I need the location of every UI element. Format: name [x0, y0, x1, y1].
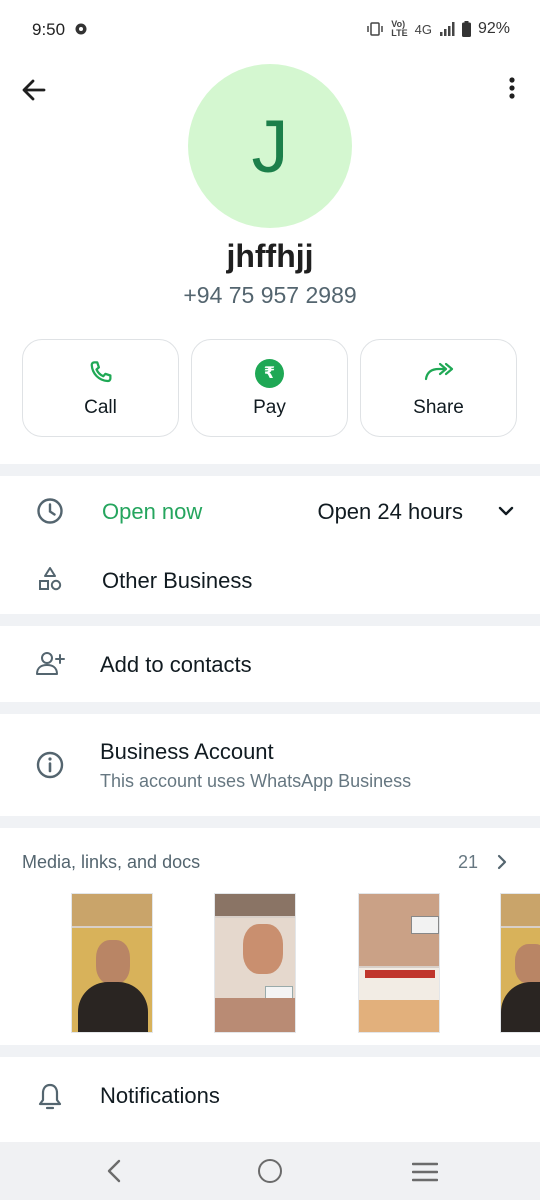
bell-icon: [38, 1083, 62, 1110]
chevron-right-icon[interactable]: [494, 852, 510, 872]
media-thumbnail[interactable]: [214, 893, 296, 1033]
profile-phone: +94 75 957 2989: [183, 282, 357, 308]
business-category: Other Business: [102, 568, 253, 593]
battery-percent: 92%: [477, 20, 510, 37]
business-hours-row[interactable]: Open now Open 24 hours: [0, 476, 540, 546]
profile-name: jhffhjj: [226, 238, 314, 274]
open-now-status: Open now: [102, 499, 203, 524]
media-section: Media, links, and docs 21: [0, 828, 540, 1045]
notifications-label: Notifications: [100, 1083, 220, 1108]
business-account-title: Business Account: [100, 739, 274, 764]
rupee-symbol: ₹: [255, 358, 284, 388]
volte-icon: Vo) LTE: [391, 19, 408, 38]
battery-icon: [461, 21, 471, 37]
nav-recents-icon[interactable]: [412, 1161, 438, 1183]
media-thumbnail[interactable]: [71, 893, 153, 1033]
status-indicators: Vo) LTE 4G 92%: [366, 20, 510, 38]
add-to-contacts-label: Add to contacts: [100, 652, 252, 677]
network-type: 4G: [414, 21, 432, 37]
share-button[interactable]: Share: [360, 339, 517, 437]
rupee-icon: ₹: [254, 357, 286, 389]
phone-icon: [85, 357, 117, 389]
media-thumbnail[interactable]: [500, 893, 540, 1033]
business-account-subtitle: This account uses WhatsApp Business: [100, 771, 412, 791]
nav-back-icon[interactable]: [102, 1158, 126, 1184]
avatar[interactable]: J: [188, 64, 352, 228]
chevron-down-icon[interactable]: [496, 501, 516, 521]
pay-label: Pay: [253, 397, 286, 418]
status-bar: 9:50 Vo) LTE 4G 92%: [0, 0, 540, 60]
info-icon: [36, 751, 64, 779]
media-count: 21: [457, 852, 478, 872]
media-thumbnail[interactable]: [358, 893, 440, 1033]
business-category-row: Other Business: [0, 546, 540, 614]
business-account-section[interactable]: Business Account This account uses Whats…: [0, 714, 540, 816]
share-label: Share: [413, 397, 464, 418]
share-forward-icon: [423, 357, 455, 389]
notifications-section[interactable]: Notifications: [0, 1057, 540, 1142]
nav-home-icon[interactable]: [258, 1159, 282, 1183]
signal-icon: [439, 22, 455, 36]
more-options-icon[interactable]: [502, 72, 522, 104]
settings-gear-icon: [75, 23, 87, 35]
status-time: 9:50: [32, 20, 66, 39]
back-arrow-icon[interactable]: [18, 74, 50, 106]
add-contact-section[interactable]: Add to contacts: [0, 626, 540, 702]
system-navigation-bar: [0, 1142, 540, 1200]
pay-button[interactable]: ₹ Pay: [191, 339, 348, 437]
call-button[interactable]: Call: [22, 339, 179, 437]
shapes-category-icon: [39, 567, 62, 591]
call-label: Call: [84, 397, 117, 418]
vibrate-icon: [367, 22, 384, 36]
clock-icon: [37, 498, 63, 524]
business-info-section: Open now Open 24 hours Other Business: [0, 476, 540, 614]
action-buttons: Call ₹ Pay Share: [22, 339, 517, 437]
profile-header: J jhffhjj +94 75 957 2989 Call ₹ Pay Sha…: [0, 60, 540, 464]
media-links-docs-title[interactable]: Media, links, and docs: [22, 852, 200, 873]
add-person-icon: [36, 652, 65, 675]
opening-hours: Open 24 hours: [317, 499, 463, 524]
